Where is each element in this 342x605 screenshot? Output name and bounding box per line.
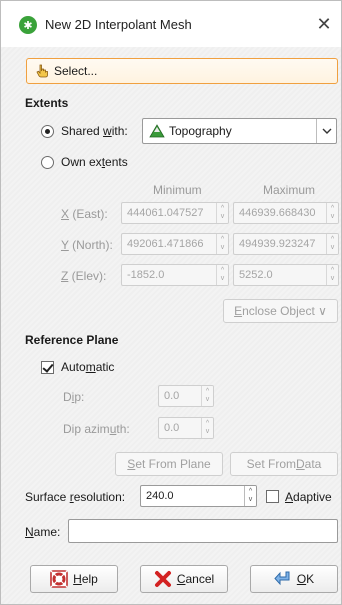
dip-spinbox[interactable]: 0.0 ^ v xyxy=(158,385,214,407)
shared-with-value: Topography xyxy=(169,124,232,138)
ok-arrow-icon xyxy=(274,571,290,586)
set-from-data-button[interactable]: Set From Data xyxy=(230,452,338,476)
dip-value: 0.0 xyxy=(164,390,180,402)
dip-label: Dip: xyxy=(63,390,85,404)
enclose-object-button[interactable]: Enclose Object ∨ xyxy=(223,299,338,323)
y-min-spinbox[interactable]: 492061.471866 ^ v xyxy=(121,233,229,255)
name-input[interactable] xyxy=(68,519,338,543)
dip-azimuth-value: 0.0 xyxy=(164,422,180,434)
spinner-arrows-icon: ^ v xyxy=(201,386,213,406)
minimum-column-header: Minimum xyxy=(153,183,202,197)
spinner-arrows-icon: ^ v xyxy=(326,234,338,254)
x-min-spinbox[interactable]: 444061.047527 ^ v xyxy=(121,202,229,224)
topography-icon xyxy=(149,124,165,138)
select-button[interactable]: Select... xyxy=(26,58,338,84)
own-extents-radio[interactable] xyxy=(41,156,54,169)
ok-button[interactable]: OK xyxy=(250,565,338,593)
chevron-down-icon: ∨ xyxy=(318,304,327,318)
title-bar: ✱ New 2D Interpolant Mesh ✕ xyxy=(1,1,341,47)
spinner-arrows-icon: ^ v xyxy=(216,203,228,223)
cancel-button[interactable]: Cancel xyxy=(140,565,228,593)
dip-azimuth-label: Dip azimuth: xyxy=(63,422,130,436)
surface-resolution-spinbox[interactable]: 240.0 ^ v xyxy=(140,485,257,507)
spinner-arrows-icon: ^ v xyxy=(326,203,338,223)
shared-with-dropdown[interactable]: Topography xyxy=(142,118,337,144)
cancel-x-icon xyxy=(154,571,171,587)
select-button-label: Select... xyxy=(54,64,98,78)
extents-heading: Extents xyxy=(25,96,69,110)
adaptive-checkbox[interactable] xyxy=(266,490,279,503)
close-button[interactable]: ✕ xyxy=(313,13,335,35)
automatic-checkbox[interactable] xyxy=(41,361,54,374)
interpolant-mesh-icon: ✱ xyxy=(19,16,37,34)
z-max-spinbox[interactable]: 5252.0 ^ v xyxy=(233,264,339,286)
help-button[interactable]: Help xyxy=(30,565,118,593)
dip-azimuth-spinbox[interactable]: 0.0 ^ v xyxy=(158,417,214,439)
chevron-down-icon xyxy=(316,119,336,143)
dialog-window: ✱ New 2D Interpolant Mesh ✕ Select... Ex… xyxy=(0,0,342,605)
hand-pointer-icon xyxy=(36,64,48,78)
y-north-label: Y (North): xyxy=(61,238,113,252)
shared-with-label: Shared with: xyxy=(61,124,128,138)
y-min-value: 492061.471866 xyxy=(127,238,204,250)
window-title: New 2D Interpolant Mesh xyxy=(45,17,192,32)
maximum-column-header: Maximum xyxy=(263,183,316,197)
x-east-label: X (East): xyxy=(61,207,108,221)
set-from-plane-button[interactable]: Set From Plane xyxy=(115,452,223,476)
y-max-value: 494939.923247 xyxy=(239,238,316,250)
name-label: Name: xyxy=(25,525,61,539)
help-lifebuoy-icon xyxy=(50,570,68,588)
surface-resolution-label: Surface resolution: xyxy=(25,490,126,504)
x-max-value: 446939.668430 xyxy=(239,207,316,219)
adaptive-label: Adaptive xyxy=(285,490,332,504)
shared-with-radio[interactable] xyxy=(41,125,54,138)
spinner-arrows-icon: ^ v xyxy=(201,418,213,438)
automatic-label: Automatic xyxy=(61,360,115,374)
z-elev-label: Z (Elev): xyxy=(61,269,107,283)
spinner-arrows-icon: ^ v xyxy=(244,486,256,506)
own-extents-label: Own extents xyxy=(61,155,128,169)
z-min-value: -1852.0 xyxy=(127,269,165,281)
y-max-spinbox[interactable]: 494939.923247 ^ v xyxy=(233,233,339,255)
x-min-value: 444061.047527 xyxy=(127,207,204,219)
reference-plane-heading: Reference Plane xyxy=(25,333,119,347)
spinner-arrows-icon: ^ v xyxy=(326,265,338,285)
z-min-spinbox[interactable]: -1852.0 ^ v xyxy=(121,264,229,286)
z-max-value: 5252.0 xyxy=(239,269,273,281)
surface-resolution-value: 240.0 xyxy=(146,490,174,502)
spinner-arrows-icon: ^ v xyxy=(216,265,228,285)
x-max-spinbox[interactable]: 446939.668430 ^ v xyxy=(233,202,339,224)
spinner-arrows-icon: ^ v xyxy=(216,234,228,254)
